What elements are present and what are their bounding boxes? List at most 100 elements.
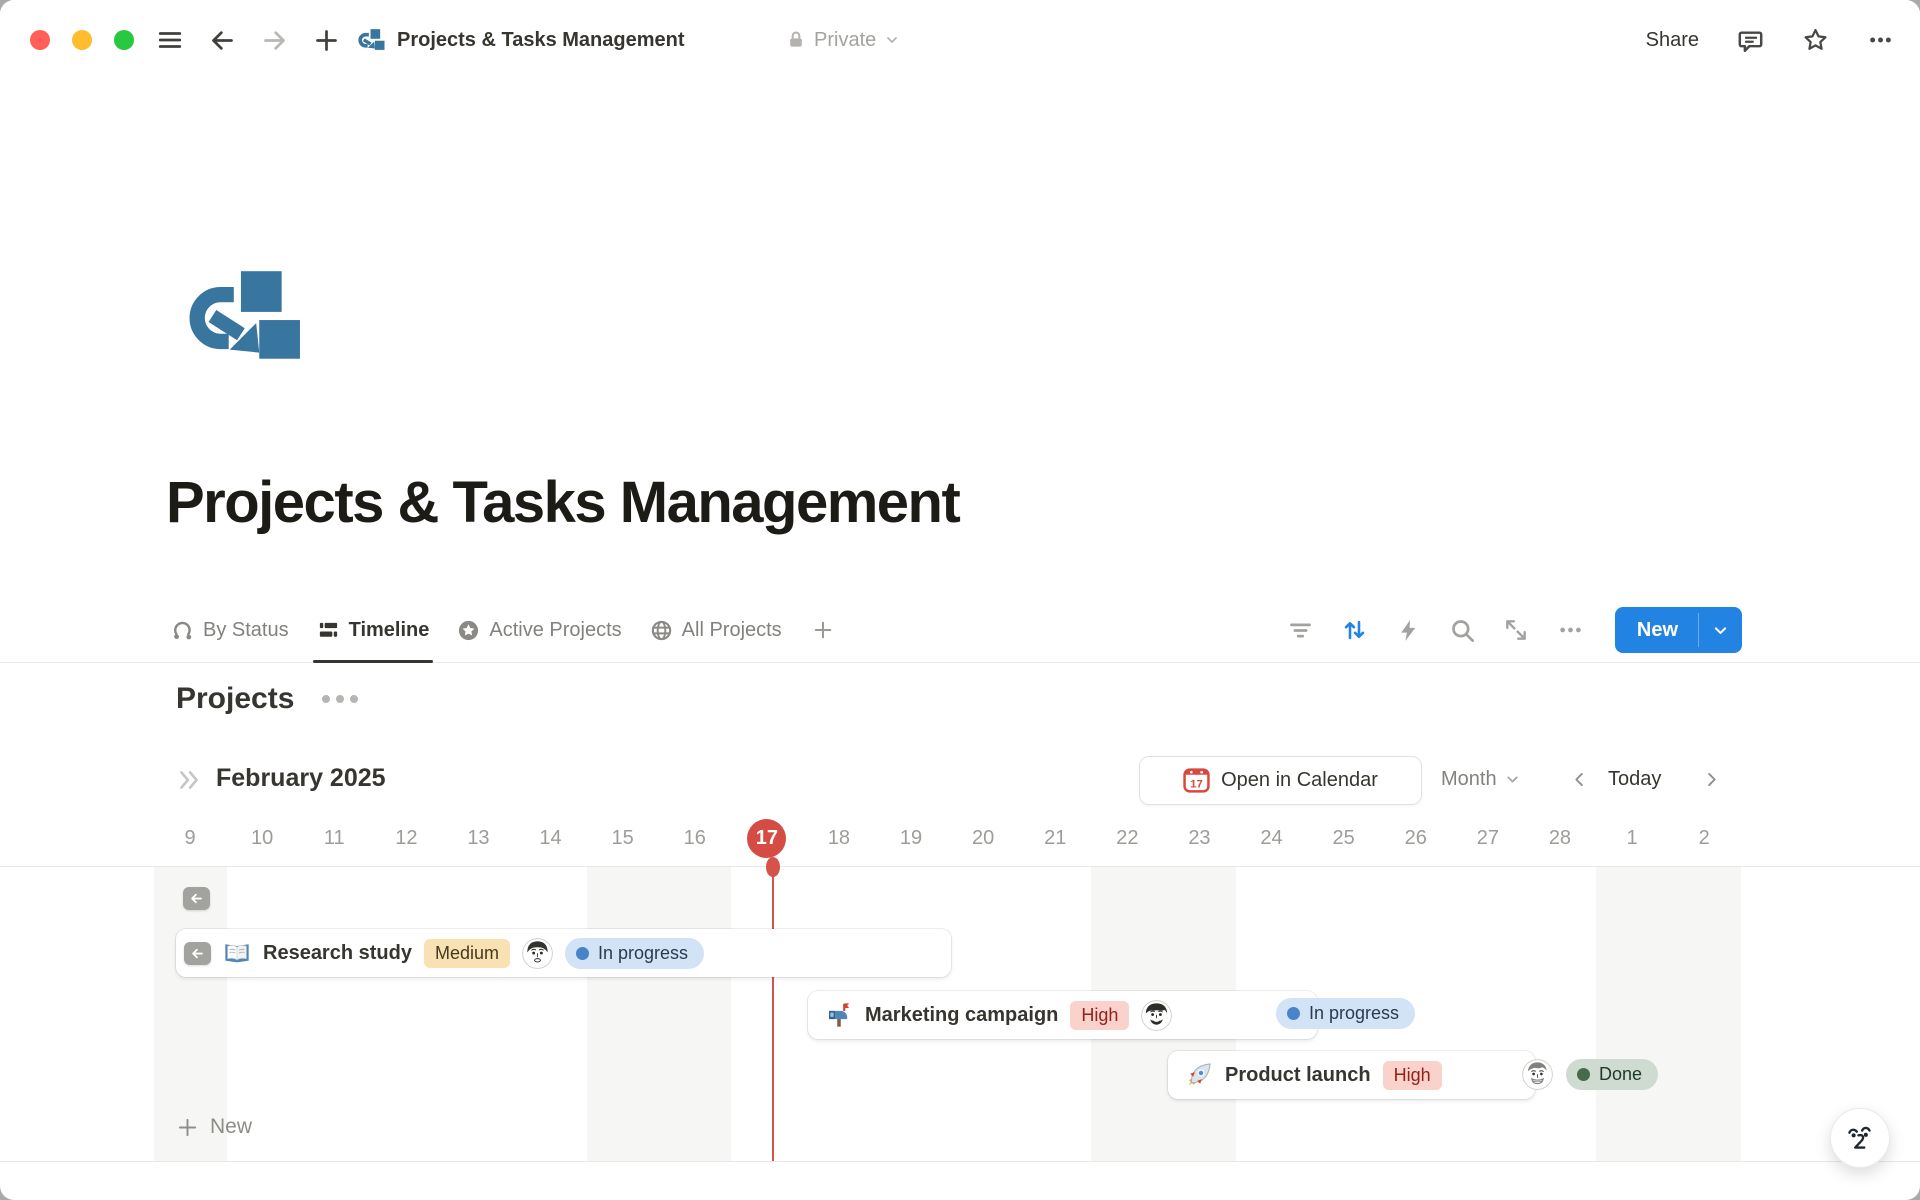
today-indicator-line xyxy=(772,867,774,1161)
rocket-icon xyxy=(1185,1061,1213,1089)
plus-icon xyxy=(176,1116,199,1139)
database-title: Projects xyxy=(176,682,294,716)
status-dot xyxy=(1577,1068,1590,1081)
date-cell: 16 xyxy=(659,812,731,864)
date-cell: 23 xyxy=(1163,812,1235,864)
new-button-chevron[interactable] xyxy=(1699,607,1742,653)
notion-window: Projects & Tasks Management Private Shar… xyxy=(0,0,1920,1200)
scroll-to-item-left-button[interactable] xyxy=(184,942,211,965)
forward-icon[interactable] xyxy=(260,26,288,54)
date-cell: 27 xyxy=(1452,812,1524,864)
privacy-dropdown[interactable]: Private xyxy=(786,0,900,80)
priority-chip: High xyxy=(1383,1061,1442,1090)
today-button[interactable]: Today xyxy=(1608,756,1661,803)
tab-label: Timeline xyxy=(349,619,430,642)
scroll-to-item-left-button[interactable] xyxy=(183,887,210,910)
privacy-label: Private xyxy=(814,29,876,52)
breadcrumb-page-title[interactable]: Projects & Tasks Management xyxy=(397,29,685,52)
notion-ai-button[interactable] xyxy=(1830,1108,1890,1168)
weekend-shade xyxy=(587,867,660,1161)
date-cell: 21 xyxy=(1019,812,1091,864)
project-title: Marketing campaign xyxy=(865,1004,1058,1027)
sidebar-menu-icon[interactable] xyxy=(156,26,184,54)
open-in-calendar-label: Open in Calendar xyxy=(1221,769,1378,792)
timeline-header: February 2025 17 Open in Calendar Month … xyxy=(0,756,1920,806)
status-chip-in-progress: In progress xyxy=(1276,998,1415,1029)
date-cell: 1 xyxy=(1596,812,1668,864)
date-cell: 14 xyxy=(515,812,587,864)
date-cell: 24 xyxy=(1236,812,1308,864)
ellipsis-icon[interactable] xyxy=(1867,27,1894,54)
collapse-sidebar-icon[interactable] xyxy=(176,767,202,793)
tab-by-status[interactable]: By Status xyxy=(157,598,303,662)
star-icon[interactable] xyxy=(1802,27,1829,54)
tab-label: By Status xyxy=(203,619,289,642)
weekend-shade xyxy=(1668,867,1741,1161)
previous-period-icon[interactable] xyxy=(1570,756,1589,803)
date-cell: 22 xyxy=(1091,812,1163,864)
date-cell: 18 xyxy=(803,812,875,864)
page-icon-logo[interactable] xyxy=(188,270,302,364)
sort-icon[interactable] xyxy=(1341,617,1368,644)
avatar-person-1 xyxy=(522,938,553,969)
status-chip-done: Done xyxy=(1566,1059,1658,1090)
weekend-shade xyxy=(1596,867,1669,1161)
tab-label: Active Projects xyxy=(489,619,621,642)
minimize-window-button[interactable] xyxy=(72,30,92,50)
date-cell: 13 xyxy=(442,812,514,864)
chevron-down-icon xyxy=(884,32,900,48)
date-cell: 25 xyxy=(1308,812,1380,864)
star-circle-icon xyxy=(457,619,480,642)
tab-timeline[interactable]: Timeline xyxy=(303,598,444,662)
status-dot xyxy=(576,947,589,960)
new-tab-icon[interactable] xyxy=(312,26,340,54)
date-cell: 26 xyxy=(1380,812,1452,864)
date-cell: 19 xyxy=(875,812,947,864)
search-icon[interactable] xyxy=(1449,617,1476,644)
priority-chip: High xyxy=(1070,1001,1129,1030)
tab-active-projects[interactable]: Active Projects xyxy=(443,598,635,662)
chevron-down-icon xyxy=(1712,622,1729,639)
globe-icon xyxy=(650,619,673,642)
next-period-icon[interactable] xyxy=(1702,756,1721,803)
database-options-icon[interactable] xyxy=(320,693,360,705)
date-cell: 20 xyxy=(947,812,1019,864)
date-cell: 28 xyxy=(1524,812,1596,864)
expand-icon[interactable] xyxy=(1503,617,1530,644)
date-cell: 11 xyxy=(298,812,370,864)
share-button[interactable]: Share xyxy=(1646,29,1699,52)
tab-all-projects[interactable]: All Projects xyxy=(636,598,796,662)
page-title[interactable]: Projects & Tasks Management xyxy=(166,468,959,538)
back-icon[interactable] xyxy=(208,26,236,54)
project-card-product-launch[interactable]: Product launch High xyxy=(1168,1051,1535,1099)
calendar-icon: 17 xyxy=(1183,767,1210,794)
ellipsis-icon[interactable] xyxy=(1557,617,1584,644)
project-card-marketing-campaign[interactable]: Marketing campaign High xyxy=(808,991,1317,1039)
date-cell: 12 xyxy=(370,812,442,864)
zoom-window-button[interactable] xyxy=(114,30,134,50)
lock-icon xyxy=(786,30,806,50)
open-book-icon xyxy=(223,939,251,967)
new-button[interactable]: New xyxy=(1615,607,1742,653)
ai-face-icon xyxy=(1843,1121,1877,1155)
mailbox-icon xyxy=(825,1001,853,1029)
avatar-person-3 xyxy=(1522,1059,1553,1090)
date-cell: 9 xyxy=(154,812,226,864)
project-card-research-study[interactable]: Research study Medium In progress xyxy=(176,929,951,977)
close-window-button[interactable] xyxy=(30,30,50,50)
timeline-scale-dropdown[interactable]: Month xyxy=(1441,756,1521,803)
priority-chip: Medium xyxy=(424,939,510,968)
automation-bolt-icon[interactable] xyxy=(1395,617,1422,644)
add-timeline-item-button[interactable]: New xyxy=(176,1115,252,1139)
date-cell: 15 xyxy=(587,812,659,864)
tab-label: All Projects xyxy=(682,619,782,642)
filter-icon[interactable] xyxy=(1287,617,1314,644)
open-in-calendar-button[interactable]: 17 Open in Calendar xyxy=(1139,756,1422,805)
timeline-scale-label: Month xyxy=(1441,768,1497,791)
add-item-label: New xyxy=(210,1115,252,1139)
status-dot xyxy=(1287,1007,1300,1020)
weekend-shade xyxy=(659,867,732,1161)
timeline-date-strip: 9101112131415161718192021222324252627281… xyxy=(0,812,1920,864)
add-view-button[interactable] xyxy=(796,598,850,662)
comment-icon[interactable] xyxy=(1737,27,1764,54)
